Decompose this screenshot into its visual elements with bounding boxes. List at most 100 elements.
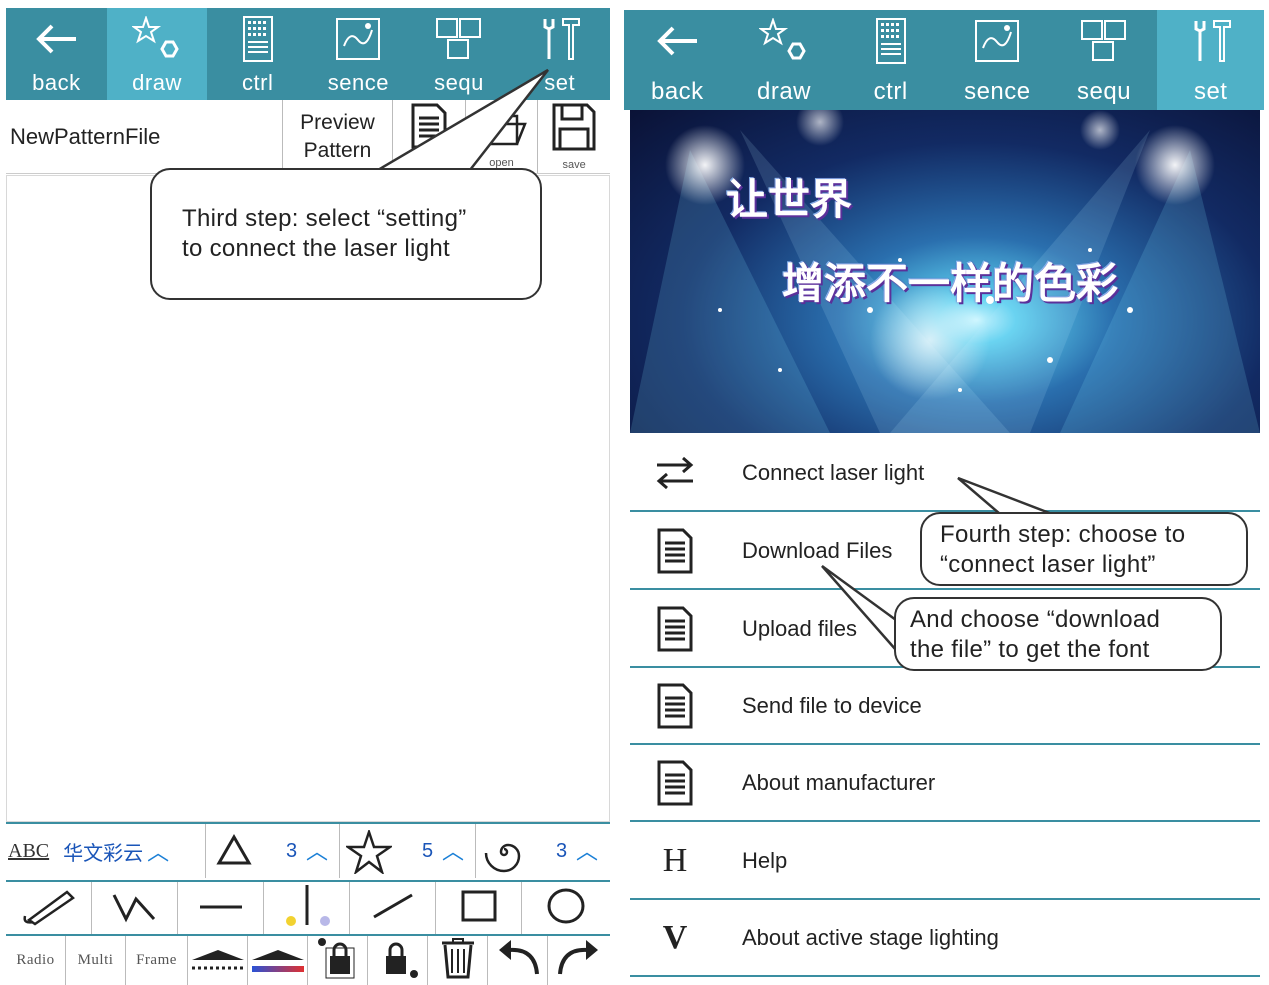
menu-about-manufacturer[interactable]: About manufacturer bbox=[630, 746, 1260, 822]
document-icon bbox=[630, 527, 720, 575]
horizontal-line-icon bbox=[196, 899, 246, 917]
document-icon bbox=[630, 605, 720, 653]
chevron-up-icon[interactable]: ︿ bbox=[306, 834, 328, 866]
triangle-icon bbox=[216, 833, 252, 871]
lock-icon bbox=[376, 936, 420, 985]
banner-slogan-line1: 让世界 bbox=[726, 175, 853, 224]
callout-line1: And choose “download bbox=[910, 606, 1161, 633]
tools-icon bbox=[1184, 16, 1238, 66]
callout-line2: “connect laser light” bbox=[940, 551, 1156, 578]
polyline-icon bbox=[110, 889, 160, 928]
undo-icon bbox=[495, 938, 541, 983]
new-file-button[interactable]: new bbox=[392, 100, 465, 173]
multi-label: Multi bbox=[77, 952, 114, 968]
right-screen: back draw ctrl sence sequ set 让世界 增添不一样的… bbox=[622, 0, 1269, 985]
undo-button[interactable] bbox=[488, 936, 548, 985]
star-count: 5 bbox=[422, 840, 434, 862]
tab-label: sequ bbox=[434, 70, 484, 95]
scene-icon bbox=[331, 14, 385, 64]
folder-open-icon bbox=[477, 102, 527, 155]
circle-tool[interactable] bbox=[522, 882, 610, 934]
radio-select-button[interactable]: Radio bbox=[6, 936, 66, 985]
dotted-line-tool[interactable] bbox=[188, 936, 248, 985]
chevron-up-icon[interactable]: ︿ bbox=[442, 834, 464, 866]
diagonal-line-tool[interactable] bbox=[350, 882, 436, 934]
tab-back[interactable]: back bbox=[6, 8, 107, 100]
tab-back[interactable]: back bbox=[624, 10, 731, 110]
callout-line1: Third step: select “setting” bbox=[182, 205, 467, 232]
tab-set[interactable]: set bbox=[1157, 10, 1265, 110]
callout-line2: to connect the laser light bbox=[182, 235, 450, 262]
sequence-icon bbox=[432, 14, 486, 64]
edit-tools-row: Radio Multi Frame bbox=[6, 934, 610, 985]
left-screen: back draw ctrl sence sequ set NewPattern… bbox=[0, 0, 614, 985]
tab-sence[interactable]: sence bbox=[308, 8, 409, 100]
vertical-line-tool[interactable] bbox=[264, 882, 350, 934]
frame-select-button[interactable]: Frame bbox=[126, 936, 188, 985]
back-arrow-icon bbox=[650, 16, 704, 66]
chevron-up-icon[interactable]: ︿ bbox=[147, 835, 169, 867]
tab-sence[interactable]: sence bbox=[944, 10, 1051, 110]
preview-label-line1: Preview bbox=[300, 110, 375, 134]
tab-ctrl[interactable]: ctrl bbox=[837, 10, 944, 110]
menu-label: Connect laser light bbox=[742, 460, 925, 485]
tab-label: back bbox=[32, 70, 81, 95]
draw-shapes-icon bbox=[757, 16, 811, 66]
gradient-mountain-icon bbox=[250, 938, 306, 983]
fourth-step-callout: Fourth step: choose to “connect laser li… bbox=[920, 512, 1248, 586]
rectangle-tool[interactable] bbox=[436, 882, 522, 934]
new-file-icon bbox=[409, 102, 449, 155]
menu-help[interactable]: H Help bbox=[630, 824, 1260, 900]
pattern-filename: NewPatternFile bbox=[10, 123, 161, 149]
lock-icon bbox=[316, 936, 360, 985]
triangle-tool[interactable]: 3 ︿ bbox=[206, 824, 340, 878]
tab-sequ[interactable]: sequ bbox=[1051, 10, 1158, 110]
menu-connect-laser-light[interactable]: Connect laser light bbox=[630, 436, 1260, 512]
top-nav-bar: back draw ctrl sence sequ set bbox=[624, 10, 1265, 110]
multi-select-button[interactable]: Multi bbox=[66, 936, 126, 985]
back-arrow-icon bbox=[29, 14, 83, 64]
tab-label: sence bbox=[327, 70, 389, 95]
help-letter-icon: H bbox=[662, 842, 688, 879]
tab-label: sence bbox=[964, 78, 1031, 105]
redo-icon bbox=[556, 938, 602, 983]
tab-sequ[interactable]: sequ bbox=[409, 8, 510, 100]
menu-label: About manufacturer bbox=[742, 770, 936, 795]
menu-about-active-stage-lighting[interactable]: V About active stage lighting bbox=[630, 901, 1260, 977]
floppy-disk-icon bbox=[551, 102, 597, 157]
swap-arrows-icon bbox=[630, 455, 720, 491]
chevron-up-icon[interactable]: ︿ bbox=[576, 834, 598, 866]
tab-ctrl[interactable]: ctrl bbox=[207, 8, 308, 100]
tab-draw[interactable]: draw bbox=[106, 8, 208, 100]
sequence-icon bbox=[1077, 16, 1131, 66]
draw-shapes-icon bbox=[130, 14, 184, 64]
radio-label: Radio bbox=[16, 952, 55, 968]
open-file-button[interactable]: open bbox=[464, 100, 538, 173]
star-icon bbox=[343, 828, 395, 879]
document-icon bbox=[630, 682, 720, 730]
redo-button[interactable] bbox=[548, 936, 610, 985]
lock-point-tool[interactable] bbox=[308, 936, 368, 985]
polyline-tool[interactable] bbox=[92, 882, 178, 934]
delete-button[interactable] bbox=[428, 936, 488, 985]
pen-tool[interactable] bbox=[6, 882, 92, 934]
lock-corner-tool[interactable] bbox=[368, 936, 428, 985]
preview-label-line2: Pattern bbox=[303, 138, 372, 162]
text-tool[interactable]: ABC 华文彩云 ︿ bbox=[6, 824, 206, 878]
scene-icon bbox=[970, 16, 1024, 66]
preview-pattern-button[interactable]: Preview Pattern bbox=[282, 100, 392, 173]
text-tool-label: ABC bbox=[8, 839, 50, 862]
menu-send-file-to-device[interactable]: Send file to device bbox=[630, 669, 1260, 745]
save-file-button[interactable]: save bbox=[537, 100, 610, 173]
spiral-tool[interactable]: 3 ︿ bbox=[476, 824, 610, 878]
tab-draw[interactable]: draw bbox=[731, 10, 838, 110]
font-name-selector[interactable]: 华文彩云 bbox=[63, 837, 143, 866]
star-tool[interactable]: 5 ︿ bbox=[340, 824, 476, 878]
tools-icon bbox=[533, 14, 587, 64]
ctrl-grid-icon bbox=[864, 16, 918, 66]
color-gradient-tool[interactable] bbox=[248, 936, 308, 985]
horizontal-line-tool[interactable] bbox=[178, 882, 264, 934]
shape-options-row: ABC 华文彩云 ︿ 3 ︿ 5 ︿ 3 ︿ bbox=[6, 822, 610, 878]
about-letter-icon: V bbox=[662, 919, 688, 956]
tab-set[interactable]: set bbox=[509, 8, 610, 100]
